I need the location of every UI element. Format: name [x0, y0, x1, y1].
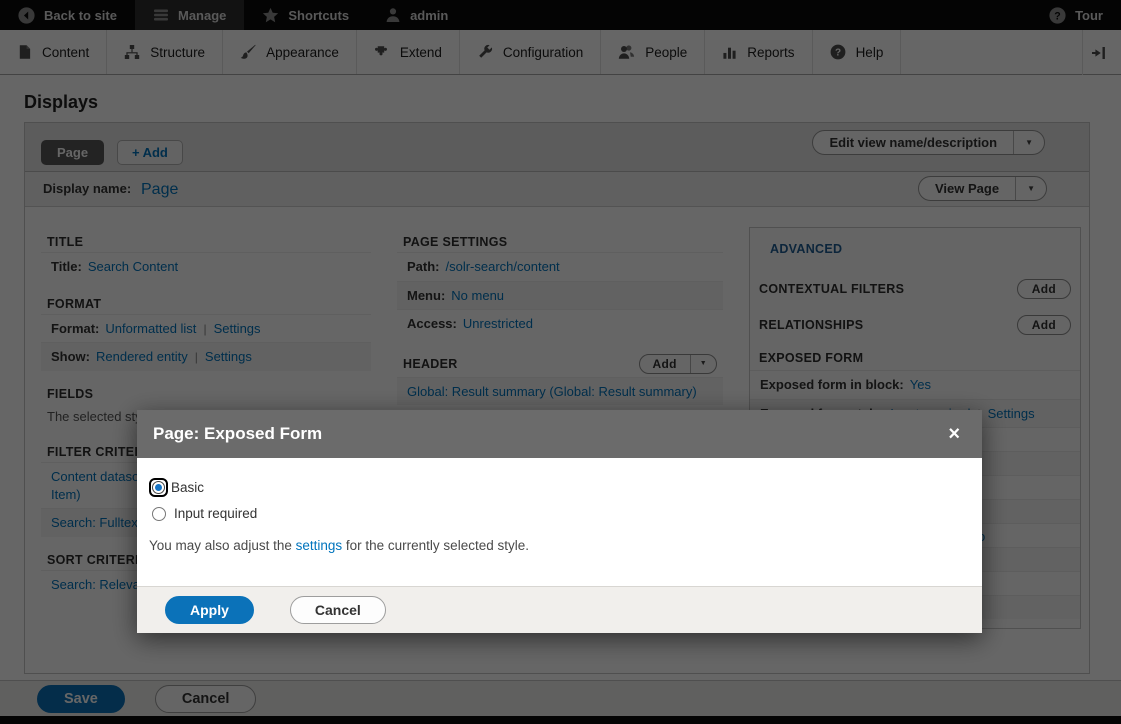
dialog-title: Page: Exposed Form	[153, 424, 322, 444]
radio-option-input-required[interactable]: Input required	[149, 506, 966, 521]
note-suffix: for the currently selected style.	[342, 538, 529, 553]
radio-basic-label: Basic	[171, 480, 204, 495]
radio-input-required-label: Input required	[174, 506, 257, 521]
dialog-header: Page: Exposed Form ×	[137, 410, 982, 458]
settings-link[interactable]: settings	[296, 538, 343, 553]
note-prefix: You may also adjust the	[149, 538, 296, 553]
radio-option-basic[interactable]: Basic	[149, 478, 966, 497]
close-icon[interactable]: ×	[942, 422, 966, 446]
dialog-body: Basic Input required You may also adjust…	[137, 458, 982, 586]
exposed-form-dialog: Page: Exposed Form × Basic Input require…	[137, 410, 982, 633]
dialog-cancel-button[interactable]: Cancel	[290, 596, 386, 624]
drupal-admin-screen: Back to site Manage Shortcuts admin ? To…	[0, 0, 1121, 724]
dialog-footer: Apply Cancel	[137, 586, 982, 633]
radio-unselected-icon[interactable]	[152, 507, 166, 521]
dialog-note: You may also adjust the settings for the…	[149, 538, 966, 553]
radio-focus-ring	[149, 478, 168, 497]
radio-selected-icon[interactable]	[152, 481, 165, 494]
apply-button[interactable]: Apply	[165, 596, 254, 624]
